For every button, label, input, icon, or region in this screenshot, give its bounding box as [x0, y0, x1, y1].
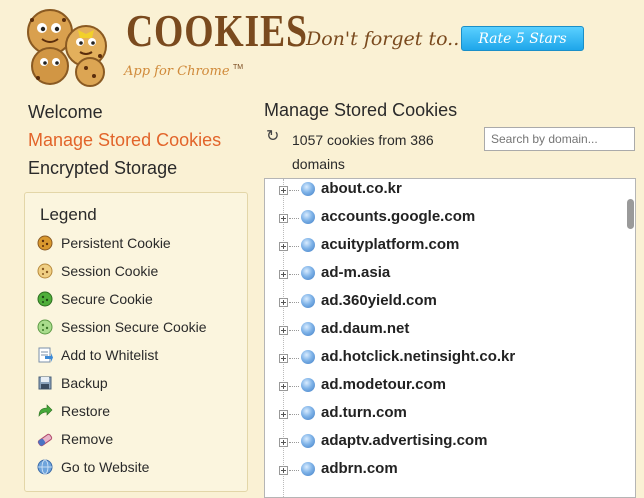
tree-connector: [289, 358, 299, 360]
remove-icon: [37, 433, 53, 447]
brand-tagline: App for Chrome: [124, 64, 230, 79]
expand-icon[interactable]: [279, 186, 288, 195]
domain-row[interactable]: ad.turn.com: [265, 403, 615, 431]
brand-title: COOKIES: [126, 5, 308, 56]
legend-label: Secure Cookie: [61, 291, 153, 307]
domain-row[interactable]: ad.hotclick.netinsight.co.kr: [265, 347, 615, 375]
domain-row[interactable]: ad.daum.net: [265, 319, 615, 347]
domain-name[interactable]: ad.modetour.com: [321, 376, 446, 393]
tree-connector: [289, 218, 299, 220]
globe-icon: [301, 238, 315, 252]
cookies-logo-icon: [27, 9, 107, 87]
domain-row[interactable]: ad.modetour.com: [265, 375, 615, 403]
session-secure-cookie-icon: [37, 319, 53, 335]
legend-label: Persistent Cookie: [61, 235, 171, 251]
legend-label: Remove: [61, 431, 114, 447]
page-title: Manage Stored Cookies: [264, 100, 458, 120]
domain-search-input[interactable]: [484, 127, 635, 151]
globe-icon: [301, 434, 315, 448]
nav-item-manage-cookies[interactable]: Manage Stored Cookies: [28, 126, 221, 154]
app-header: COOKIES App for Chrome TM Don't forget t…: [0, 0, 644, 92]
legend-label: Backup: [61, 375, 108, 391]
restore-icon: [38, 404, 53, 417]
expand-icon[interactable]: [279, 382, 288, 391]
domain-name[interactable]: ad.daum.net: [321, 320, 409, 337]
expand-icon[interactable]: [279, 438, 288, 447]
backup-icon: [38, 376, 52, 390]
tree-connector: [289, 470, 299, 472]
globe-icon: [37, 459, 53, 475]
domain-name[interactable]: acuityplatform.com: [321, 236, 459, 253]
expand-icon[interactable]: [279, 298, 288, 307]
tree-connector: [289, 442, 299, 444]
tree-connector: [289, 190, 299, 192]
globe-icon: [301, 406, 315, 420]
globe-icon: [301, 322, 315, 336]
nav-item-welcome[interactable]: Welcome: [28, 98, 221, 126]
legend-label: Session Secure Cookie: [61, 319, 207, 335]
legend-label: Go to Website: [61, 459, 150, 475]
domain-name[interactable]: about.co.kr: [321, 180, 402, 197]
domain-row[interactable]: accounts.google.com: [265, 207, 615, 235]
globe-icon: [301, 266, 315, 280]
legend-label: Restore: [61, 403, 111, 419]
legend-label: Add to Whitelist: [61, 347, 159, 363]
expand-icon[interactable]: [279, 354, 288, 363]
expand-icon[interactable]: [279, 242, 288, 251]
refresh-icon[interactable]: ↻: [266, 126, 279, 146]
left-nav: Welcome Manage Stored Cookies Encrypted …: [28, 98, 221, 182]
globe-icon: [301, 378, 315, 392]
globe-icon: [301, 350, 315, 364]
session-cookie-icon: [37, 263, 53, 279]
tree-connector: [289, 302, 299, 304]
domain-name[interactable]: ad.hotclick.netinsight.co.kr: [321, 348, 515, 365]
legend-title: Legend: [40, 205, 97, 224]
nav-item-encrypted-storage[interactable]: Encrypted Storage: [28, 154, 221, 182]
legend-label: Session Cookie: [61, 263, 159, 279]
domain-row[interactable]: acuityplatform.com: [265, 235, 615, 263]
domain-row[interactable]: ad.360yield.com: [265, 291, 615, 319]
cookie-count-text: 1057 cookies from 386 domains: [292, 132, 434, 172]
add-whitelist-icon: [38, 347, 53, 363]
tree-connector: [289, 386, 299, 388]
domain-row[interactable]: adaptv.advertising.com: [265, 431, 615, 459]
expand-icon[interactable]: [279, 326, 288, 335]
rate-5-stars-button[interactable]: Rate 5 Stars: [461, 26, 584, 51]
legend-panel: Legend Persistent Cookie Session Cookie …: [24, 192, 248, 492]
domain-name[interactable]: ad-m.asia: [321, 264, 390, 281]
domain-row[interactable]: about.co.kr: [265, 179, 615, 207]
globe-icon: [301, 182, 315, 196]
expand-icon[interactable]: [279, 466, 288, 475]
tree-connector: [289, 414, 299, 416]
expand-icon[interactable]: [279, 410, 288, 419]
tree-connector: [289, 330, 299, 332]
tree-connector: [289, 274, 299, 276]
reminder-text: Don't forget to...: [306, 28, 466, 50]
globe-icon: [301, 294, 315, 308]
domain-name[interactable]: adbrn.com: [321, 460, 398, 477]
domain-name[interactable]: accounts.google.com: [321, 208, 475, 225]
persistent-cookie-icon: [37, 235, 53, 251]
expand-icon[interactable]: [279, 214, 288, 223]
domain-name[interactable]: ad.360yield.com: [321, 292, 437, 309]
domain-name[interactable]: ad.turn.com: [321, 404, 407, 421]
globe-icon: [301, 210, 315, 224]
secure-cookie-icon: [37, 291, 53, 307]
trademark-mark: TM: [233, 64, 244, 71]
tree-scrollbar[interactable]: [627, 199, 634, 229]
globe-icon: [301, 462, 315, 476]
domain-row[interactable]: adbrn.com: [265, 459, 615, 487]
tree-connector: [289, 246, 299, 248]
expand-icon[interactable]: [279, 270, 288, 279]
domain-tree[interactable]: about.co.kr accounts.google.com acuitypl…: [264, 178, 636, 498]
domain-name[interactable]: adaptv.advertising.com: [321, 432, 487, 449]
domain-row[interactable]: ad-m.asia: [265, 263, 615, 291]
